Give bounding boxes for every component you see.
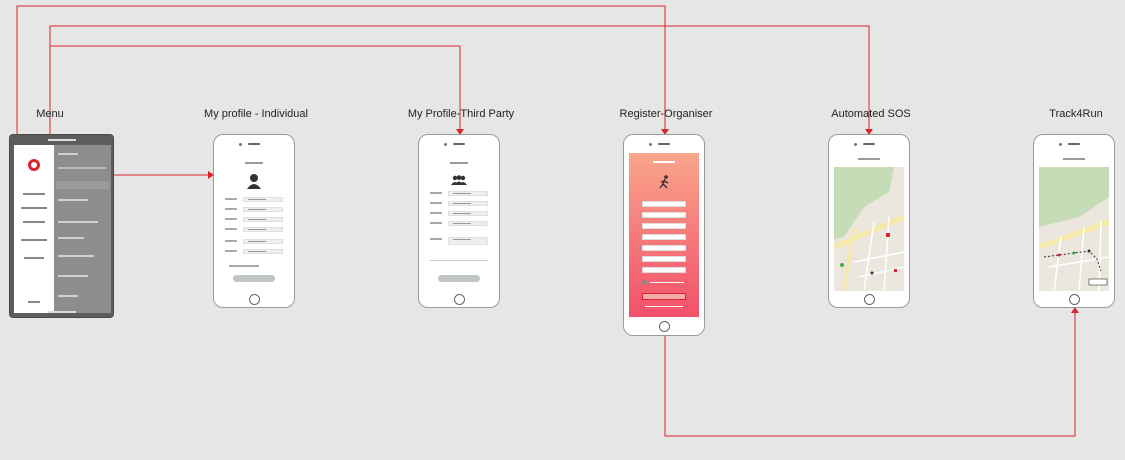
menu-speaker <box>48 139 76 141</box>
map-graphic <box>1039 167 1109 291</box>
map-graphic <box>834 167 904 291</box>
header-title <box>858 158 880 160</box>
save-button[interactable] <box>438 275 480 282</box>
phone-sos[interactable] <box>828 134 910 308</box>
register-button[interactable] <box>642 293 686 300</box>
dropdown-row[interactable] <box>430 257 488 261</box>
menu-drawer[interactable] <box>14 145 54 313</box>
phone-menu[interactable] <box>9 134 114 318</box>
header-title <box>245 162 263 164</box>
screen-label-individual: My profile - Individual <box>204 108 308 120</box>
logo-icon <box>28 159 40 171</box>
runner-icon <box>659 175 669 189</box>
footer-text <box>645 306 683 307</box>
connector-lines <box>16 5 1079 437</box>
stopwatch-badge <box>1088 278 1108 286</box>
menu-background-list <box>54 145 111 313</box>
phone-track[interactable] <box>1033 134 1115 308</box>
screen-label-sos: Automated SOS <box>831 108 911 120</box>
connector-organiser-to-track <box>664 297 1076 437</box>
map[interactable] <box>834 167 904 291</box>
header-title <box>653 161 675 163</box>
map-pin-icon <box>886 233 890 237</box>
screen-label-organiser: Register-Organiser <box>619 108 713 120</box>
route-line <box>1043 250 1102 272</box>
phone-individual[interactable] <box>213 134 295 308</box>
connector-menu-to-third-party <box>50 45 461 134</box>
screen-label-menu: Menu <box>36 108 64 120</box>
header-title <box>1063 158 1085 160</box>
gradient-screen <box>629 153 699 317</box>
group-icon <box>451 175 467 185</box>
menu-screen <box>14 145 111 313</box>
terms-text <box>650 282 684 283</box>
header-title <box>450 162 468 164</box>
map[interactable] <box>1039 167 1109 291</box>
save-button[interactable] <box>233 275 275 282</box>
screen-label-track: Track4Run <box>1049 108 1103 120</box>
phone-third-party[interactable] <box>418 134 500 308</box>
phone-organiser[interactable] <box>623 134 705 336</box>
screen-label-third-party: My Profile-Third Party <box>407 108 515 120</box>
person-icon <box>247 174 261 189</box>
checkbox-row[interactable] <box>229 265 259 267</box>
menu-home-bar <box>48 311 76 313</box>
checkbox-icon[interactable] <box>642 280 647 285</box>
